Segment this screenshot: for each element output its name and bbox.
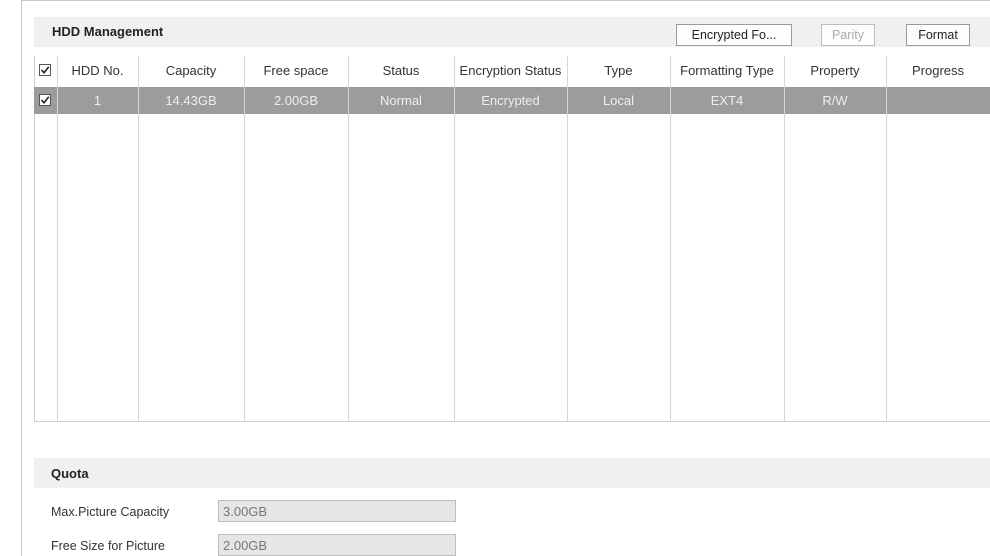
hdd-management-title: HDD Management [52, 24, 164, 39]
max-picture-capacity-field[interactable] [218, 500, 456, 522]
select-all-checkbox[interactable] [39, 64, 51, 76]
cell-encryption-status: Encrypted [481, 93, 540, 108]
checkmark-icon [40, 96, 50, 105]
free-size-for-picture-field[interactable] [218, 534, 456, 556]
max-picture-capacity-label: Max.Picture Capacity [51, 505, 170, 519]
column-header-capacity[interactable]: Capacity [138, 56, 244, 86]
column-header-status[interactable]: Status [348, 56, 454, 86]
cell-free-space: 2.00GB [273, 93, 319, 108]
format-button[interactable]: Format [906, 24, 970, 46]
encrypted-format-button[interactable]: Encrypted Fo... [676, 24, 792, 46]
cell-formatting-type: EXT4 [710, 93, 744, 108]
column-header-progress[interactable]: Progress [886, 56, 990, 86]
checkmark-icon [40, 66, 50, 75]
quota-title: Quota [51, 466, 89, 481]
column-header-encryption-status[interactable]: Encryption Status [454, 56, 567, 86]
cell-progress [886, 87, 990, 114]
cell-capacity: 14.43GB [165, 93, 217, 108]
cell-type: Local [602, 93, 635, 108]
column-header-type[interactable]: Type [567, 56, 670, 86]
column-header-free-space[interactable]: Free space [244, 56, 348, 86]
row-checkbox[interactable] [39, 94, 51, 106]
parity-button[interactable]: Parity [821, 24, 875, 46]
column-header-formatting-type[interactable]: Formatting Type [670, 56, 784, 86]
column-header-property[interactable]: Property [784, 56, 886, 86]
cell-property: R/W [822, 93, 848, 108]
cell-status: Normal [380, 93, 422, 108]
free-size-for-picture-label: Free Size for Picture [51, 539, 165, 553]
cell-hdd-no: 1 [93, 93, 102, 108]
quota-header [34, 458, 990, 488]
column-header-hdd-no[interactable]: HDD No. [57, 56, 138, 86]
